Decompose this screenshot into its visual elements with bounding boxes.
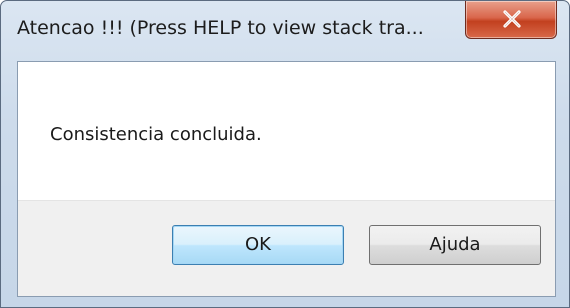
message-panel: Consistencia concluida. [18, 62, 555, 200]
button-panel: OK Ajuda [18, 200, 555, 296]
close-icon [503, 10, 521, 28]
dialog-client-area: Consistencia concluida. OK Ajuda [17, 61, 556, 297]
close-button[interactable] [465, 1, 557, 39]
help-button[interactable]: Ajuda [369, 225, 541, 265]
message-text: Consistencia concluida. [50, 124, 262, 145]
window-title: Atencao !!! (Press HELP to view stack tr… [17, 17, 424, 39]
ok-button[interactable]: OK [172, 225, 344, 265]
dialog-window: Atencao !!! (Press HELP to view stack tr… [0, 0, 570, 308]
title-bar[interactable]: Atencao !!! (Press HELP to view stack tr… [1, 1, 569, 61]
